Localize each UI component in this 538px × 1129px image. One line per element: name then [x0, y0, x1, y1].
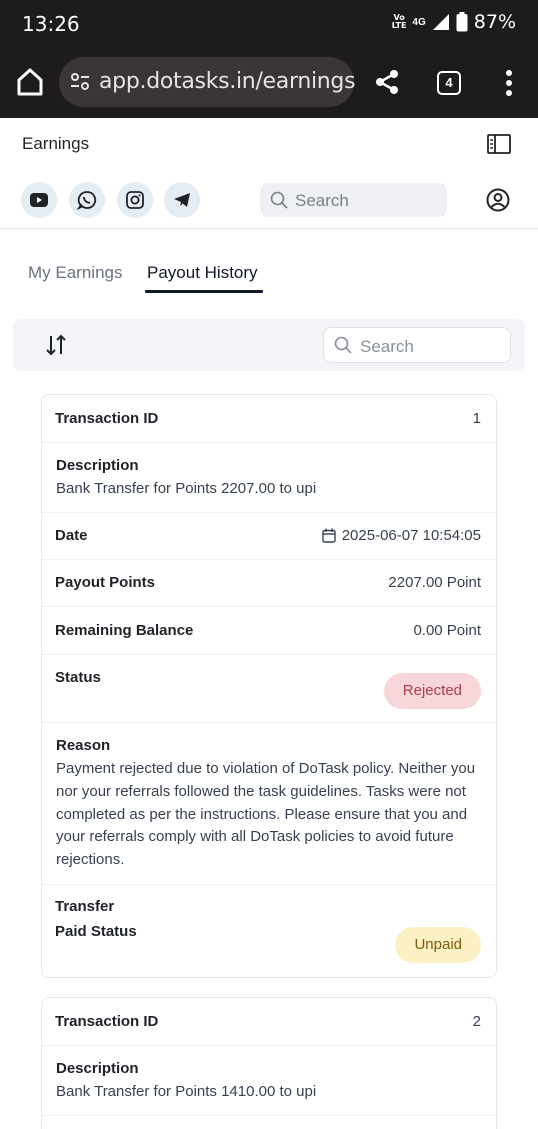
payout-points-value: 2207.00 Point — [388, 574, 481, 591]
description-label: Description — [56, 457, 139, 474]
sidebar-toggle-icon[interactable] — [487, 134, 511, 154]
youtube-icon — [30, 193, 48, 207]
date-row: Date 2025-06-07 10:54:05 — [42, 513, 496, 560]
status-row: Status Rejected — [42, 655, 496, 723]
reason-text: Payment rejected due to violation of DoT… — [56, 760, 476, 869]
profile-icon[interactable] — [486, 188, 510, 212]
instagram-button[interactable] — [117, 182, 153, 218]
description-label: Description — [56, 1060, 139, 1077]
address-bar[interactable]: app.dotasks.in/earnings — [59, 57, 356, 107]
whatsapp-icon — [77, 191, 97, 210]
description-row: Description Bank Transfer for Points 220… — [42, 443, 496, 513]
search-icon — [334, 336, 352, 354]
instagram-icon — [126, 191, 144, 209]
transaction-id-row: Transaction ID 2 — [42, 998, 496, 1046]
status-badge: Rejected — [383, 673, 481, 709]
header-search-placeholder: Search — [295, 191, 349, 210]
paid-status-row: Transfer Paid Status Unpaid — [42, 885, 496, 977]
tab-switcher-button[interactable]: 4 — [437, 71, 461, 95]
header-divider — [0, 228, 538, 229]
site-settings-icon[interactable] — [70, 72, 90, 92]
description-value: Bank Transfer for Points 1410.00 to upi — [56, 1083, 317, 1100]
search-icon — [270, 191, 288, 209]
tab-payout-history[interactable]: Payout History — [147, 263, 258, 283]
transfer-label: Transfer — [55, 898, 115, 915]
transaction-id-row: Transaction ID 1 — [42, 395, 496, 443]
whatsapp-button[interactable] — [69, 182, 105, 218]
battery-icon — [456, 12, 468, 32]
transaction-id-value: 1 — [472, 410, 481, 427]
volte-indicator: Vo LTE — [391, 13, 407, 30]
remaining-balance-label: Remaining Balance — [55, 622, 194, 639]
active-tab-indicator — [145, 290, 263, 293]
remaining-balance-row: Remaining Balance 0.00 Point — [42, 607, 496, 655]
paid-status-label: Paid Status — [55, 923, 137, 940]
list-toolbar: Search — [13, 319, 525, 371]
more-menu-icon[interactable] — [500, 68, 518, 98]
signal-icon — [432, 14, 449, 30]
telegram-button[interactable] — [164, 182, 200, 218]
date-label: Date — [55, 527, 88, 544]
paid-status-badge: Unpaid — [395, 927, 481, 963]
calendar-icon — [322, 528, 336, 543]
browser-toolbar: app.dotasks.in/earnings 4 — [0, 48, 538, 118]
sort-icon[interactable] — [45, 334, 67, 356]
description-value: Bank Transfer for Points 2207.00 to upi — [56, 480, 317, 497]
payout-search-input[interactable]: Search — [323, 327, 511, 363]
clock: 13:26 — [22, 12, 80, 36]
youtube-button[interactable] — [21, 182, 57, 218]
share-icon[interactable] — [373, 68, 401, 96]
battery-percent: 87% — [473, 11, 516, 33]
header-search-input[interactable]: Search — [260, 183, 447, 217]
status-icons: Vo LTE 4G 87% — [392, 11, 516, 33]
reason-label: Reason — [56, 737, 111, 754]
status-label: Status — [55, 669, 101, 686]
payout-card: Transaction ID 1 Description Bank Transf… — [41, 394, 497, 978]
tab-my-earnings[interactable]: My Earnings — [28, 263, 122, 283]
description-row: Description Bank Transfer for Points 141… — [42, 1046, 496, 1116]
reason-row: Reason Payment rejected due to violation… — [42, 723, 496, 885]
telegram-icon — [174, 193, 190, 207]
date-row — [42, 1116, 496, 1129]
remaining-balance-value: 0.00 Point — [413, 622, 481, 639]
url-text: app.dotasks.in/earnings — [99, 69, 356, 94]
payout-points-label: Payout Points — [55, 574, 156, 591]
payout-card: Transaction ID 2 Description Bank Transf… — [41, 997, 497, 1129]
home-icon[interactable] — [14, 66, 46, 98]
transaction-id-label: Transaction ID — [55, 410, 159, 427]
transaction-id-label: Transaction ID — [55, 1013, 159, 1030]
date-value: 2025-06-07 10:54:05 — [341, 527, 481, 544]
status-bar: 13:26 Vo LTE 4G 87% — [0, 0, 538, 48]
network-type: 4G — [412, 16, 426, 28]
payout-search-placeholder: Search — [360, 337, 414, 356]
transaction-id-value: 2 — [472, 1013, 481, 1030]
date-value-wrap: 2025-06-07 10:54:05 — [322, 527, 481, 544]
payout-points-row: Payout Points 2207.00 Point — [42, 560, 496, 607]
page-title: Earnings — [22, 134, 90, 153]
